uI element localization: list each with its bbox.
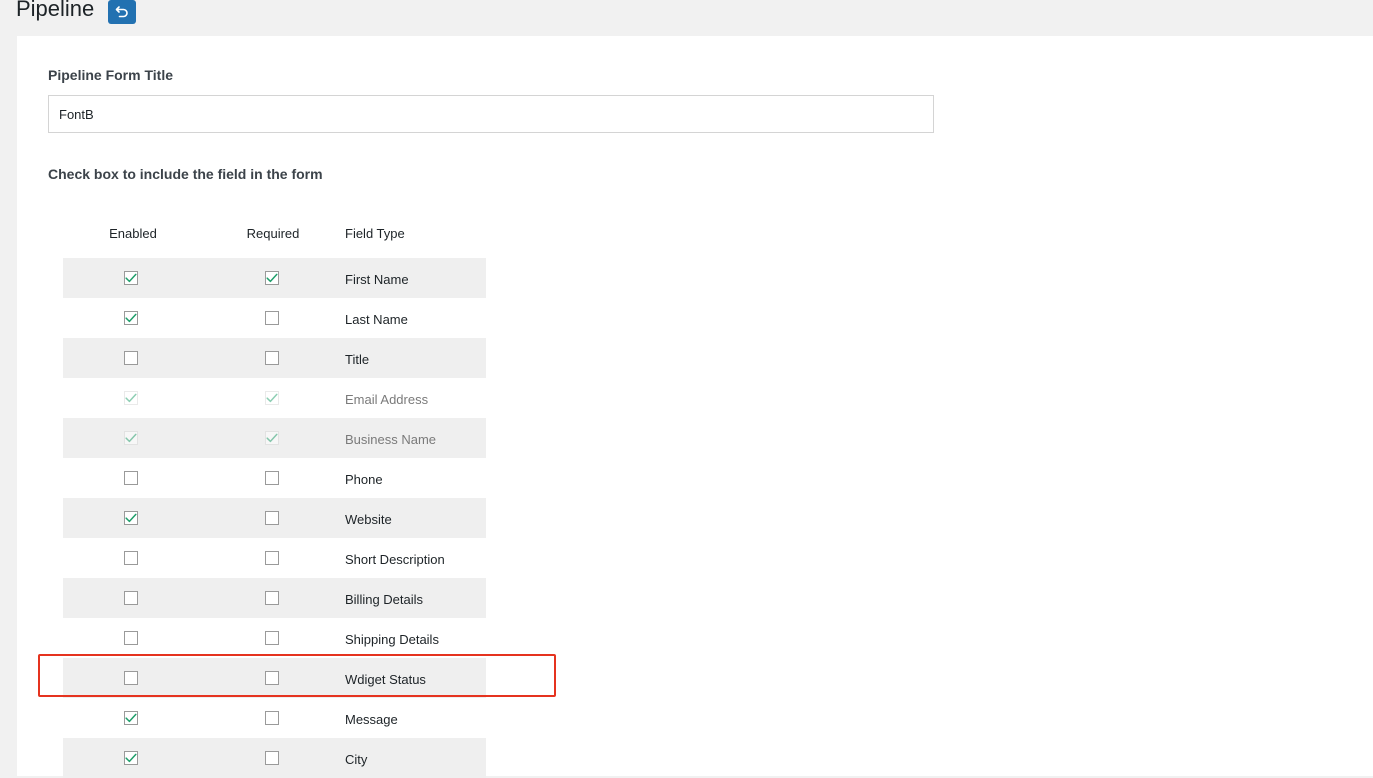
- checkmark-icon: [125, 433, 137, 443]
- required-checkbox[interactable]: [265, 271, 279, 285]
- checkmark-icon: [125, 753, 137, 763]
- pipeline-form-title-label: Pipeline Form Title: [48, 67, 173, 83]
- enabled-checkbox[interactable]: [124, 671, 138, 685]
- required-checkbox[interactable]: [265, 551, 279, 565]
- table-header: Enabled Required Field Type: [63, 226, 486, 242]
- checkmark-icon: [125, 313, 137, 323]
- field-type-label: Title: [345, 352, 370, 367]
- enabled-checkbox[interactable]: [124, 311, 138, 325]
- table-row: Short Description: [63, 538, 486, 578]
- table-row: Shipping Details: [63, 618, 486, 658]
- table-row: Phone: [63, 458, 486, 498]
- enabled-checkbox[interactable]: [124, 751, 138, 765]
- field-type-label: Phone: [345, 472, 383, 487]
- enabled-checkbox: [124, 391, 138, 405]
- required-checkbox[interactable]: [265, 311, 279, 325]
- checkmark-icon: [266, 393, 278, 403]
- page-title: Pipeline: [16, 0, 95, 21]
- enabled-checkbox[interactable]: [124, 351, 138, 365]
- required-checkbox[interactable]: [265, 511, 279, 525]
- field-type-label: City: [345, 752, 368, 767]
- enabled-checkbox[interactable]: [124, 591, 138, 605]
- required-checkbox[interactable]: [265, 671, 279, 685]
- table-row: Last Name: [63, 298, 486, 338]
- required-checkbox[interactable]: [265, 351, 279, 365]
- page-header: Pipeline: [16, 0, 137, 26]
- checkmark-icon: [266, 273, 278, 283]
- enabled-checkbox[interactable]: [124, 631, 138, 645]
- enabled-checkbox[interactable]: [124, 551, 138, 565]
- section-heading: Check box to include the field in the fo…: [48, 166, 323, 182]
- enabled-checkbox[interactable]: [124, 511, 138, 525]
- field-type-label: Email Address: [345, 392, 429, 407]
- enabled-checkbox[interactable]: [124, 471, 138, 485]
- column-header-enabled: Enabled: [109, 226, 157, 241]
- required-checkbox: [265, 431, 279, 445]
- enabled-checkbox[interactable]: [124, 271, 138, 285]
- checkmark-icon: [125, 513, 137, 523]
- field-type-label: Website: [345, 512, 392, 527]
- enabled-checkbox: [124, 431, 138, 445]
- required-checkbox[interactable]: [265, 751, 279, 765]
- required-checkbox[interactable]: [265, 631, 279, 645]
- table-row: Title: [63, 338, 486, 378]
- required-checkbox: [265, 391, 279, 405]
- field-type-label: Last Name: [345, 312, 408, 327]
- table-row: City: [63, 738, 486, 778]
- table-row: Email Address: [63, 378, 486, 418]
- checkmark-icon: [125, 713, 137, 723]
- back-button[interactable]: [108, 0, 137, 24]
- table-row: Business Name: [63, 418, 486, 458]
- table-row: Message: [63, 698, 486, 738]
- field-type-label: Shipping Details: [345, 632, 439, 647]
- column-header-field-type: Field Type: [345, 226, 405, 241]
- field-rows: First Name Last Name Title Email Address Bus…: [63, 258, 486, 778]
- field-type-label: Business Name: [345, 432, 437, 447]
- table-row: Wdiget Status: [63, 658, 486, 698]
- column-header-required: Required: [246, 226, 300, 241]
- field-type-label: First Name: [345, 272, 409, 287]
- form-panel: Pipeline Form Title Check box to include…: [17, 36, 1373, 778]
- checkmark-icon: [125, 273, 137, 283]
- pipeline-form-title-input[interactable]: [48, 95, 934, 133]
- field-type-label: Short Description: [345, 552, 445, 567]
- checkmark-icon: [125, 393, 137, 403]
- table-row: Billing Details: [63, 578, 486, 618]
- required-checkbox[interactable]: [265, 591, 279, 605]
- checkmark-icon: [266, 433, 278, 443]
- field-type-label: Billing Details: [345, 592, 424, 607]
- table-row: Website: [63, 498, 486, 538]
- required-checkbox[interactable]: [265, 711, 279, 725]
- enabled-checkbox[interactable]: [124, 711, 138, 725]
- table-row: First Name: [63, 258, 486, 298]
- field-type-label: Message: [345, 712, 398, 727]
- field-type-label: Wdiget Status: [345, 672, 426, 687]
- required-checkbox[interactable]: [265, 471, 279, 485]
- undo-arrow-icon: [115, 6, 129, 18]
